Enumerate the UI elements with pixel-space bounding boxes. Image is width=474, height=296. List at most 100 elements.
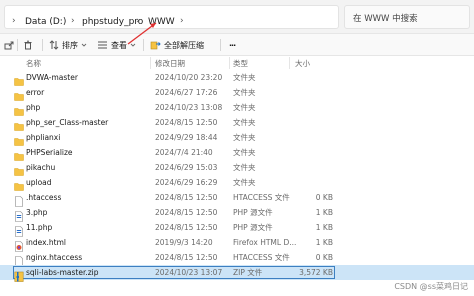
file-name: .htaccess [26,193,62,202]
file-row[interactable]: 11.php 2024/8/15 12:50 PHP 源文件 1 KB [0,220,474,237]
file-type: 文件夹 [233,148,256,157]
folder-icon [14,102,24,116]
file-row[interactable]: phplianxi 2024/9/29 18:44 文件夹 [0,130,474,146]
breadcrumb-drive[interactable]: Data (D:) [25,17,66,27]
toolbar-divider [220,39,221,51]
file-row[interactable]: index.html 2019/9/3 14:20 Firefox HTML D..… [0,235,474,252]
chevron-right-icon[interactable]: › [136,16,140,26]
file-date: 2019/9/3 14:20 [155,238,213,247]
breadcrumb-phpstudy[interactable]: phpstudy_pro [82,17,143,27]
file-type: 文件夹 [233,73,256,82]
folder-icon [14,177,24,191]
column-header-date[interactable]: 修改日期 [155,58,185,69]
file-name: sqli-labs-master.zip [26,268,99,277]
more-options-button[interactable]: ··· [229,38,236,52]
file-type: 文件夹 [233,103,256,112]
sort-icon [49,40,59,50]
file-type: 文件夹 [233,133,256,142]
file-type: 文件夹 [233,88,256,97]
file-date: 2024/6/29 15:03 [155,163,218,172]
folder-icon [14,132,24,146]
file-name: php [26,103,41,112]
extract-icon [150,41,161,50]
file-name: phplianxi [26,133,61,142]
file-name: DVWA-master [26,73,78,82]
extract-all-button[interactable]: 全部解压缩 [150,38,204,52]
share-button[interactable] [4,38,14,52]
extract-all-label: 全部解压缩 [164,40,204,50]
file-icon [14,252,24,267]
file-date: 2024/9/29 18:44 [155,133,218,142]
breadcrumb-www[interactable]: WWW [148,17,175,27]
column-header-size[interactable]: 大小 [295,58,310,69]
file-size: 1 KB [315,238,333,247]
search-input[interactable]: 在 WWW 中搜索 [344,5,470,29]
delete-button[interactable] [23,38,33,52]
sort-button[interactable]: 排序 [49,38,87,52]
file-name: nginx.htaccess [26,253,83,262]
file-name: 11.php [26,223,53,232]
folder-icon [14,162,24,176]
file-date: 2024/6/27 17:26 [155,88,218,97]
file-date: 2024/6/29 16:29 [155,178,218,187]
file-row[interactable]: php_ser_Class-master 2024/8/15 12:50 文件夹 [0,115,474,131]
file-row[interactable]: .htaccess 2024/8/15 12:50 HTACCESS 文件 0 KB [0,190,474,207]
file-date: 2024/7/4 21:40 [155,148,213,157]
file-type: HTACCESS 文件 [233,193,290,202]
file-name: PHPSerialize [26,148,73,157]
share-icon [4,41,14,50]
file-row[interactable]: upload 2024/6/29 16:29 文件夹 [0,175,474,191]
view-button[interactable]: 查看 [97,38,136,52]
file-row[interactable]: nginx.htaccess 2024/8/15 12:50 HTACCESS 文件… [0,250,474,267]
file-date: 2024/8/15 12:50 [155,193,218,202]
file-type: PHP 源文件 [233,223,273,232]
file-type: HTACCESS 文件 [233,253,290,262]
folder-icon [14,147,24,161]
sort-label: 排序 [62,40,78,50]
file-size: 0 KB [315,253,333,262]
chevron-right-icon[interactable]: › [180,16,184,26]
file-row[interactable]: error 2024/6/27 17:26 文件夹 [0,85,474,101]
file-size: 1 KB [315,208,333,217]
command-bar: 排序 查看 全部解压缩 ··· [0,34,474,56]
zip-file-icon [14,267,24,282]
toolbar-divider [17,39,18,51]
file-type: ZIP 文件 [233,268,263,277]
watermark: CSDN @ss菜鸡日记 [394,282,468,291]
column-header-type[interactable]: 类型 [233,58,248,69]
chevron-down-icon [81,43,87,47]
column-divider[interactable] [289,57,290,69]
file-name: upload [26,178,52,187]
file-date: 2024/10/23 13:08 [155,103,223,112]
search-placeholder: 在 WWW 中搜索 [353,14,418,24]
file-size: 0 KB [315,193,333,202]
folder-icon [14,87,24,101]
file-date: 2024/8/15 12:50 [155,223,218,232]
file-date: 2024/10/20 23:20 [155,73,223,82]
folder-icon [14,72,24,86]
column-divider[interactable] [150,57,151,69]
file-size: 3,572 KB [299,268,333,277]
file-icon [14,192,24,207]
file-name: pikachu [26,163,56,172]
file-row[interactable]: pikachu 2024/6/29 15:03 文件夹 [0,160,474,176]
file-date: 2024/8/15 12:50 [155,208,218,217]
file-type: 文件夹 [233,163,256,172]
toolbar-divider [143,39,144,51]
file-name: error [26,88,45,97]
file-row[interactable]: sqli-labs-master.zip 2024/10/23 13:07 ZIP … [0,265,474,282]
view-icon [98,41,107,49]
file-row[interactable]: DVWA-master 2024/10/20 23:20 文件夹 [0,70,474,86]
file-date: 2024/10/23 13:07 [155,268,223,277]
chevron-right-icon[interactable]: › [12,16,16,26]
file-row[interactable]: php 2024/10/23 13:08 文件夹 [0,100,474,116]
file-name: 3.php [26,208,48,217]
file-row[interactable]: PHPSerialize 2024/7/4 21:40 文件夹 [0,145,474,161]
chevron-right-icon[interactable]: › [71,16,75,26]
breadcrumb[interactable]: › Data (D:) › phpstudy_pro › WWW › [4,5,339,29]
html-file-icon [14,237,24,252]
column-header-name[interactable]: 名称 [26,58,41,69]
file-row[interactable]: 3.php 2024/8/15 12:50 PHP 源文件 1 KB [0,205,474,222]
column-divider[interactable] [229,57,230,69]
view-label: 查看 [111,40,127,50]
